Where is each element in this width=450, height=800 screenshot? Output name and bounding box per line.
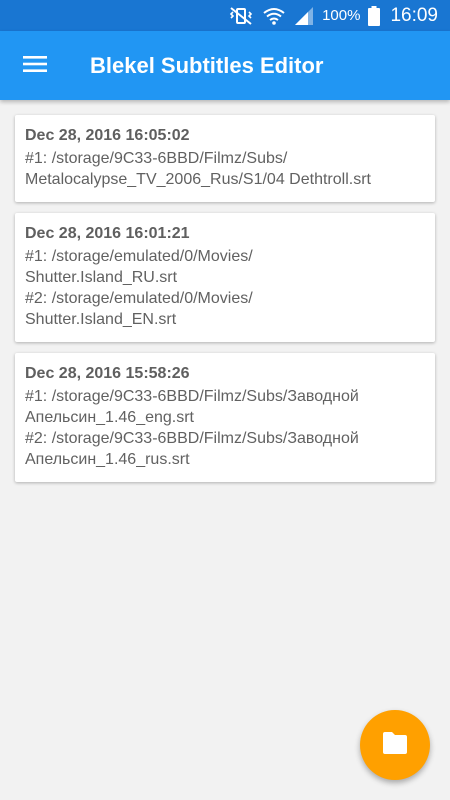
- file-path-part2: Shutter.Island_EN.srt: [25, 311, 177, 328]
- history-file: #2: /storage/emulated/0/Movies/ Shutter.…: [25, 288, 425, 330]
- file-index: #2:: [25, 290, 52, 307]
- file-path-part2: Апельсин_1.46_rus.srt: [25, 451, 190, 468]
- file-path-part1: /storage/emulated/0/Movies/: [51, 248, 253, 265]
- file-path-part2: Shutter.Island_RU.srt: [25, 269, 178, 286]
- signal-icon: [294, 6, 314, 26]
- file-path-part1: /storage/9C33-6BBD/Filmz/Subs/Заводной: [51, 388, 359, 405]
- file-path-part2: Апельсин_1.46_eng.srt: [25, 409, 194, 426]
- open-file-fab[interactable]: [360, 710, 430, 780]
- history-list: Dec 28, 2016 16:05:02 #1: /storage/9C33-…: [15, 115, 435, 493]
- file-index: #1:: [25, 150, 52, 167]
- folder-icon: [381, 731, 409, 760]
- history-file: #1: /storage/9C33-6BBD/Filmz/Subs/Заводн…: [25, 386, 425, 428]
- file-index: #1:: [25, 388, 52, 405]
- file-path-part1: /storage/9C33-6BBD/Filmz/Subs/: [51, 150, 288, 167]
- battery-icon: [368, 5, 381, 26]
- app-title: Blekel Subtitles Editor: [90, 53, 324, 78]
- status-bar: 100% 16:09: [0, 0, 450, 31]
- battery-percentage: 100%: [322, 7, 361, 24]
- file-index: #2:: [25, 430, 52, 447]
- file-path-part1: /storage/9C33-6BBD/Filmz/Subs/Заводной: [51, 430, 359, 447]
- file-path-part1: /storage/emulated/0/Movies/: [51, 290, 253, 307]
- history-date: Dec 28, 2016 16:01:21: [25, 225, 190, 242]
- history-file: #2: /storage/9C33-6BBD/Filmz/Subs/Заводн…: [25, 428, 425, 470]
- file-path-part2: Metalocalypse_TV_2006_Rus/S1/04 Dethtrol…: [25, 171, 371, 188]
- vibrate-mute-icon: [228, 6, 254, 26]
- history-card[interactable]: Dec 28, 2016 16:05:02 #1: /storage/9C33-…: [15, 115, 435, 202]
- status-icons: 100% 16:09: [228, 0, 438, 31]
- history-date: Dec 28, 2016 15:58:26: [25, 365, 190, 382]
- hamburger-menu-icon: [22, 54, 48, 79]
- history-file: #1: /storage/9C33-6BBD/Filmz/Subs/ Metal…: [25, 148, 425, 190]
- menu-button[interactable]: [14, 45, 56, 87]
- history-file: #1: /storage/emulated/0/Movies/ Shutter.…: [25, 246, 425, 288]
- app-bar: Blekel Subtitles Editor: [0, 31, 450, 100]
- history-card[interactable]: Dec 28, 2016 15:58:26 #1: /storage/9C33-…: [15, 353, 435, 482]
- wifi-icon: [262, 6, 286, 26]
- clock: 16:09: [390, 4, 438, 26]
- history-card[interactable]: Dec 28, 2016 16:01:21 #1: /storage/emula…: [15, 213, 435, 342]
- file-index: #1:: [25, 248, 52, 265]
- history-date: Dec 28, 2016 16:05:02: [25, 127, 190, 144]
